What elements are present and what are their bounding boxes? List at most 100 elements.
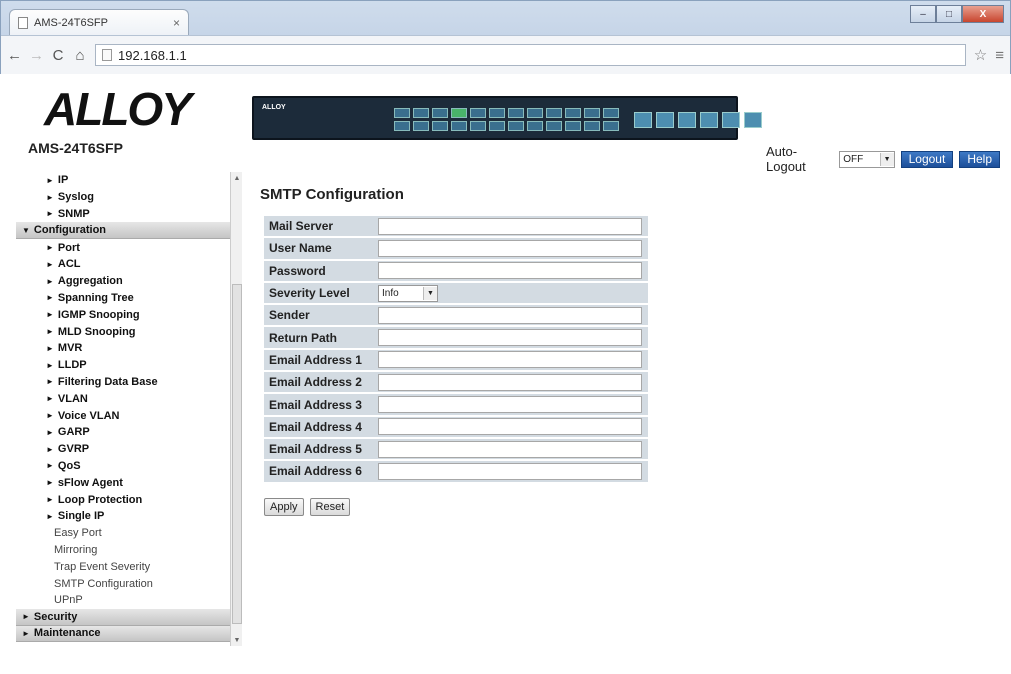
sidebar-item-ip[interactable]: ► IP [16, 172, 242, 189]
sidebar-item-voice-vlan[interactable]: ► Voice VLAN [16, 407, 242, 424]
menu-icon[interactable]: ≡ [995, 47, 1004, 64]
sidebar-item-maintenance[interactable]: ► Maintenance [16, 625, 242, 643]
return-path-input[interactable] [378, 329, 642, 347]
field-label: Mail Server [264, 216, 374, 237]
forward-icon[interactable]: → [29, 47, 44, 64]
sidebar-item-easy-port[interactable]: Easy Port [16, 525, 242, 542]
sidebar-item-label: ACL [57, 258, 81, 271]
scrollbar-thumb[interactable] [232, 284, 242, 624]
caret-right-icon: ► [46, 343, 54, 353]
caret-right-icon: ► [46, 243, 54, 253]
sfp-port [700, 112, 718, 128]
switch-port [394, 121, 410, 131]
sidebar-item-qos[interactable]: ► QoS [16, 458, 242, 475]
page-icon [18, 16, 28, 29]
email-address-4-input[interactable] [378, 418, 642, 436]
field-label: Password [264, 260, 374, 281]
logout-button[interactable]: Logout [900, 150, 954, 168]
sender-input[interactable] [378, 306, 642, 324]
email-address-5-input[interactable] [378, 440, 642, 458]
scroll-down-icon[interactable]: ▼ [231, 634, 243, 646]
sidebar-item-label: Voice VLAN [57, 409, 120, 422]
sidebar-item-mirroring[interactable]: Mirroring [16, 542, 242, 559]
chevron-down-icon: ▼ [879, 152, 894, 166]
auto-logout-group: Auto-Logout OFF ▼ Logout Help [766, 144, 1000, 174]
scroll-up-icon[interactable]: ▲ [231, 172, 243, 184]
close-window-button[interactable]: X [962, 5, 1004, 23]
reload-icon[interactable]: C [51, 47, 65, 64]
sidebar-item-configuration[interactable]: ▼ Configuration [16, 222, 242, 240]
switch-port [508, 121, 524, 131]
caret-right-icon: ► [46, 209, 54, 219]
caret-right-icon: ► [46, 427, 54, 437]
sidebar-item-gvrp[interactable]: ► GVRP [16, 441, 242, 458]
password-input[interactable] [378, 262, 642, 280]
minimize-button[interactable]: – [910, 5, 936, 23]
help-button[interactable]: Help [959, 150, 1000, 168]
auto-logout-label: Auto-Logout [766, 144, 806, 174]
email-address-1-input[interactable] [378, 351, 642, 369]
field-value-cell [374, 438, 648, 460]
switch-port [546, 108, 562, 118]
star-icon[interactable]: ☆ [974, 46, 987, 64]
sidebar-item-garp[interactable]: ► GARP [16, 424, 242, 441]
auto-logout-select[interactable]: OFF ▼ [839, 150, 895, 168]
switch-port [470, 108, 486, 118]
sidebar-item-single-ip[interactable]: ► Single IP [16, 508, 242, 525]
address-bar[interactable]: 192.168.1.1 [95, 44, 966, 66]
sidebar-item-mld-snooping[interactable]: ► MLD Snooping [16, 323, 242, 340]
sidebar-item-sflow-agent[interactable]: ► sFlow Agent [16, 474, 242, 491]
sidebar-item-aggregation[interactable]: ► Aggregation [16, 273, 242, 290]
user-name-input[interactable] [378, 239, 642, 257]
sidebar-item-vlan[interactable]: ► VLAN [16, 390, 242, 407]
switch-port [489, 121, 505, 131]
sidebar-item-acl[interactable]: ► ACL [16, 256, 242, 273]
config-row: Sender [264, 305, 648, 326]
caret-right-icon: ► [46, 511, 54, 521]
sidebar-item-loop-protection[interactable]: ► Loop Protection [16, 491, 242, 508]
sidebar-scrollbar[interactable]: ▲ ▼ [230, 172, 242, 646]
maximize-button[interactable]: □ [936, 5, 962, 23]
sidebar-item-filtering-data-base[interactable]: ► Filtering Data Base [16, 374, 242, 391]
sidebar-item-label: VLAN [57, 392, 88, 405]
reset-button[interactable]: Reset [309, 498, 351, 516]
browser-tab[interactable]: AMS-24T6SFP × [9, 9, 189, 35]
email-address-2-input[interactable] [378, 373, 642, 391]
config-row: Email Address 3 [264, 394, 648, 415]
switch-port [413, 121, 429, 131]
sidebar-item-label: Trap Event Severity [54, 560, 151, 573]
sidebar-item-spanning-tree[interactable]: ► Spanning Tree [16, 290, 242, 307]
sidebar-item-label: MVR [57, 342, 83, 355]
config-row: Email Address 2 [264, 372, 648, 393]
caret-right-icon: ► [46, 394, 54, 404]
sidebar-item-label: IP [57, 174, 69, 187]
tab-title: AMS-24T6SFP [34, 16, 108, 29]
sidebar-item-security[interactable]: ► Security [16, 608, 242, 626]
sidebar-item-snmp[interactable]: ► SNMP [16, 206, 242, 223]
switch-port [584, 108, 600, 118]
severity-level-select[interactable]: Info ▼ [378, 284, 438, 302]
switch-port [508, 108, 524, 118]
tab-close-icon[interactable]: × [173, 16, 180, 30]
home-icon[interactable]: ⌂ [73, 47, 87, 64]
sidebar-item-smtp-configuration[interactable]: SMTP Configuration [16, 575, 242, 592]
switch-port [527, 121, 543, 131]
sidebar-item-label: Aggregation [57, 275, 123, 288]
caret-right-icon: ► [22, 628, 30, 638]
mail-server-input[interactable] [378, 217, 642, 235]
apply-button[interactable]: Apply [264, 498, 304, 516]
sidebar-item-igmp-snooping[interactable]: ► IGMP Snooping [16, 306, 242, 323]
sidebar-item-label: QoS [57, 459, 81, 472]
field-label: Email Address 2 [264, 372, 374, 393]
email-address-3-input[interactable] [378, 396, 642, 414]
sidebar-item-label: Security [33, 610, 78, 623]
sidebar-item-syslog[interactable]: ► Syslog [16, 189, 242, 206]
sidebar-item-upnp[interactable]: UPnP [16, 592, 242, 609]
sidebar-item-port[interactable]: ► Port [16, 239, 242, 256]
back-icon[interactable]: ← [7, 47, 22, 64]
sidebar-item-mvr[interactable]: ► MVR [16, 340, 242, 357]
sidebar-item-lldp[interactable]: ► LLDP [16, 357, 242, 374]
caret-right-icon: ► [46, 276, 54, 286]
sidebar-item-trap-event-severity[interactable]: Trap Event Severity [16, 558, 242, 575]
email-address-6-input[interactable] [378, 462, 642, 480]
